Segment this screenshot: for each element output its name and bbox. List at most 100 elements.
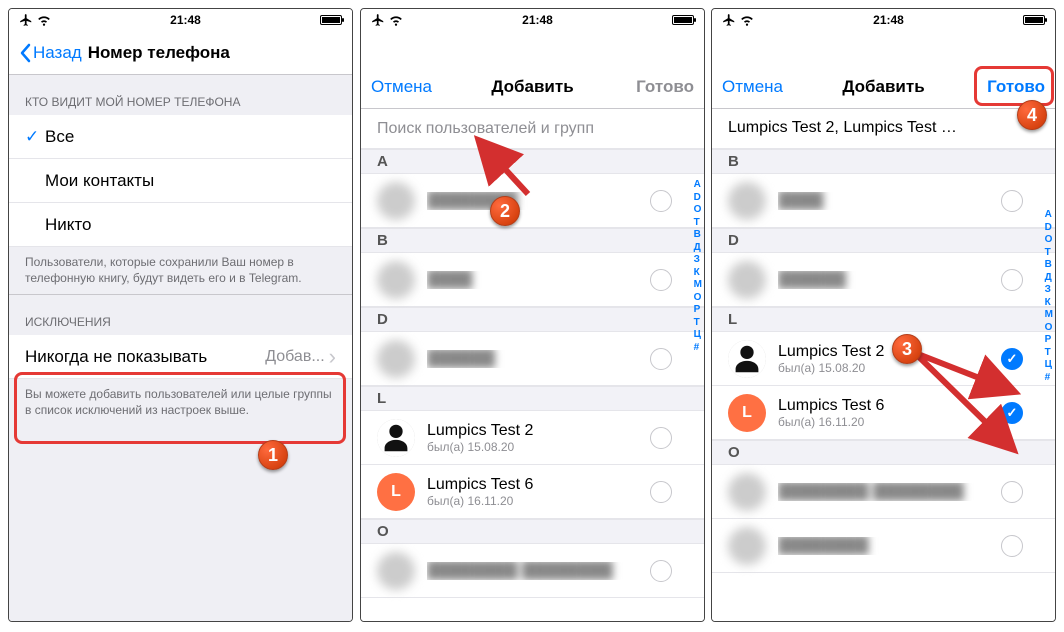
index-letter[interactable]: В	[1045, 259, 1053, 272]
avatar	[728, 261, 766, 299]
index-letter[interactable]: З	[1045, 284, 1053, 297]
index-letter[interactable]: Ц	[1045, 359, 1053, 372]
index-letter[interactable]: К	[694, 267, 702, 280]
avatar	[728, 527, 766, 565]
group-header: O	[361, 519, 704, 544]
status-bar: 21:48	[361, 9, 704, 31]
option-label: Никто	[45, 215, 336, 235]
group-header: L	[361, 386, 704, 411]
annotation-arrow-3b	[910, 350, 1030, 460]
index-letter[interactable]: М	[694, 279, 702, 292]
index-letter[interactable]: Д	[694, 242, 702, 255]
done-button[interactable]: Готово	[987, 77, 1045, 97]
index-letter[interactable]: К	[1045, 297, 1053, 310]
index-letter[interactable]: Т	[1045, 347, 1053, 360]
battery-icon	[1023, 15, 1045, 25]
index-letter[interactable]: Т	[694, 317, 702, 330]
select-radio[interactable]	[1001, 535, 1023, 557]
screenshot-2: 21:48 Отмена Добавить Готово Поиск польз…	[360, 8, 705, 622]
option-nobody[interactable]: Никто	[9, 203, 352, 247]
contact-subtitle: был(а) 16.11.20	[427, 494, 650, 508]
index-letter[interactable]: A	[1045, 209, 1053, 222]
contact-name: Lumpics Test 2	[427, 422, 650, 440]
airplane-icon	[19, 13, 33, 27]
battery-icon	[320, 15, 342, 25]
select-radio[interactable]	[650, 427, 672, 449]
select-radio[interactable]	[650, 348, 672, 370]
index-letter[interactable]: O	[1045, 234, 1053, 247]
avatar	[377, 261, 415, 299]
index-letter[interactable]: Р	[694, 304, 702, 317]
contact-name: ████████ ████████	[778, 483, 1001, 501]
index-letter[interactable]: Р	[1045, 334, 1053, 347]
nav-bar: Назад Номер телефона	[9, 31, 352, 75]
index-letter[interactable]: В	[694, 229, 702, 242]
option-my-contacts[interactable]: Мои контакты	[9, 159, 352, 203]
avatar	[728, 182, 766, 220]
group-header: D	[361, 307, 704, 332]
contact-row[interactable]: ██████	[361, 332, 704, 386]
index-letter[interactable]: Д	[1045, 272, 1053, 285]
screenshot-3: 21:48 Отмена Добавить Готово Lumpics Tes…	[711, 8, 1056, 622]
chevron-right-icon: ›	[329, 344, 336, 370]
status-time: 21:48	[873, 13, 904, 27]
airplane-icon	[722, 13, 736, 27]
avatar	[728, 340, 766, 378]
contact-name: ████████ ████████	[427, 562, 650, 580]
contact-name: ████	[778, 192, 1001, 210]
index-letter[interactable]: М	[1045, 309, 1053, 322]
select-radio[interactable]	[650, 269, 672, 291]
avatar: L	[377, 473, 415, 511]
index-letter[interactable]: О	[1045, 322, 1053, 335]
index-letter[interactable]: #	[1045, 372, 1053, 385]
select-radio[interactable]	[650, 481, 672, 503]
index-letter[interactable]: Т	[694, 217, 702, 230]
section-index[interactable]: A D O Т В Д З К М О Р Т Ц #	[694, 179, 702, 354]
footer-exceptions: Вы можете добавить пользователей или цел…	[9, 379, 352, 621]
index-letter[interactable]: Т	[1045, 247, 1053, 260]
checkmark-icon: ✓	[25, 127, 45, 147]
select-radio[interactable]	[1001, 481, 1023, 503]
selected-contacts-field[interactable]: Lumpics Test 2, Lumpics Test …	[712, 109, 1055, 149]
index-letter[interactable]: A	[694, 179, 702, 192]
contact-row[interactable]: ████████	[712, 519, 1055, 573]
airplane-icon	[371, 13, 385, 27]
option-everybody[interactable]: ✓ Все	[9, 115, 352, 159]
index-letter[interactable]: Ц	[694, 329, 702, 342]
avatar	[377, 552, 415, 590]
avatar	[377, 340, 415, 378]
avatar	[728, 473, 766, 511]
contact-row[interactable]: ████████ ████████	[361, 544, 704, 598]
avatar: L	[728, 394, 766, 432]
index-letter[interactable]: D	[1045, 222, 1053, 235]
contact-row-lumpics2[interactable]: Lumpics Test 2 был(а) 15.08.20	[361, 411, 704, 465]
index-letter[interactable]: #	[694, 342, 702, 355]
back-label: Назад	[33, 43, 82, 63]
selected-text: Lumpics Test 2, Lumpics Test …	[728, 119, 957, 136]
group-header: B	[361, 228, 704, 253]
contact-row[interactable]: ██████	[712, 253, 1055, 307]
option-label: Все	[45, 127, 336, 147]
contact-row[interactable]: ████████ ████████	[712, 465, 1055, 519]
contact-row[interactable]: ████	[712, 174, 1055, 228]
contact-subtitle: был(а) 15.08.20	[427, 440, 650, 454]
index-letter[interactable]: О	[694, 292, 702, 305]
section-index[interactable]: A D O Т В Д З К М О Р Т Ц #	[1045, 209, 1053, 384]
never-share-row[interactable]: Никогда не показывать Добав... ›	[9, 335, 352, 379]
option-label: Мои контакты	[45, 171, 336, 191]
contact-row[interactable]: ████	[361, 253, 704, 307]
index-letter[interactable]: З	[694, 254, 702, 267]
select-radio[interactable]	[1001, 269, 1023, 291]
annotation-badge-3: 3	[892, 334, 922, 364]
back-button[interactable]: Назад	[19, 43, 82, 63]
select-radio[interactable]	[650, 560, 672, 582]
select-radio[interactable]	[1001, 190, 1023, 212]
index-letter[interactable]: D	[694, 192, 702, 205]
contact-row-lumpics6[interactable]: L Lumpics Test 6 был(а) 16.11.20	[361, 465, 704, 519]
contact-name: ████	[427, 271, 650, 289]
contact-name: ████████	[778, 537, 1001, 555]
never-share-label: Никогда не показывать	[25, 347, 265, 367]
done-button[interactable]: Готово	[636, 77, 694, 97]
select-radio[interactable]	[650, 190, 672, 212]
index-letter[interactable]: O	[694, 204, 702, 217]
